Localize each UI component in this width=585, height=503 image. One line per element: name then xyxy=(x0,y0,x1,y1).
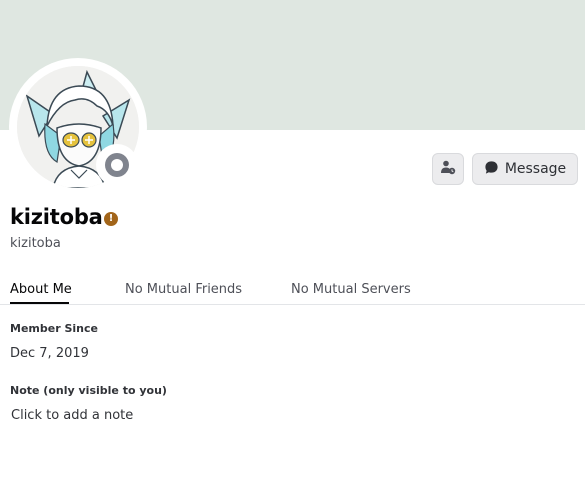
profile-tabs: About Me No Mutual Friends No Mutual Ser… xyxy=(0,280,585,305)
tab-about-me[interactable]: About Me xyxy=(10,282,72,297)
message-button[interactable]: Message xyxy=(472,153,578,185)
tab-mutual-servers[interactable]: No Mutual Servers xyxy=(291,282,411,297)
display-name: kizitoba xyxy=(10,205,103,229)
member-since-heading: Member Since xyxy=(10,322,98,335)
tab-mutual-friends[interactable]: No Mutual Friends xyxy=(125,282,242,297)
add-friend-button[interactable] xyxy=(432,153,464,185)
offline-status-icon xyxy=(105,153,129,177)
note-heading: Note (only visible to you) xyxy=(10,384,167,397)
warning-badge-icon[interactable]: ! xyxy=(104,212,118,226)
message-button-label: Message xyxy=(504,161,567,177)
username: kizitoba xyxy=(10,236,61,251)
chat-bubble-icon xyxy=(484,160,499,179)
member-since-date: Dec 7, 2019 xyxy=(10,346,89,361)
add-friend-icon xyxy=(440,159,456,179)
tabs-divider xyxy=(0,304,585,305)
note-input[interactable]: Click to add a note xyxy=(11,408,311,423)
